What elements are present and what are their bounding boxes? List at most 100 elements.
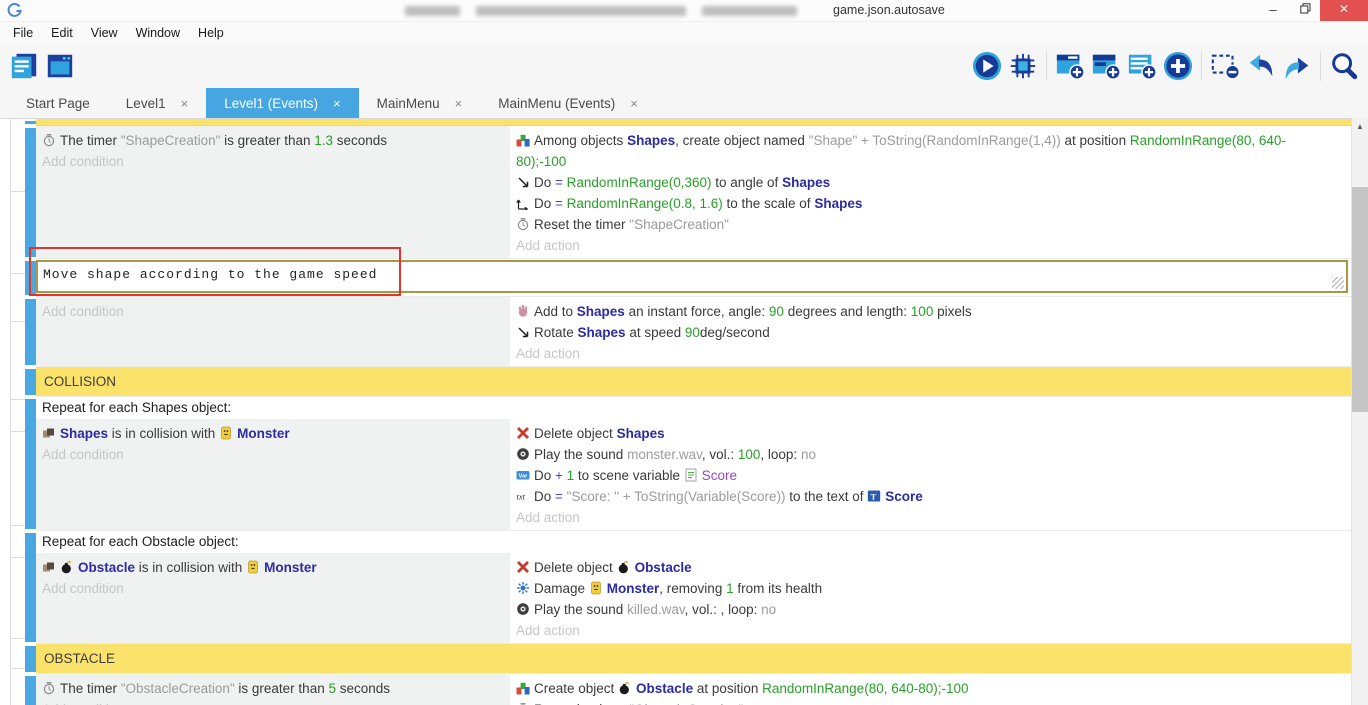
search-button[interactable] <box>1326 48 1362 84</box>
text-segment: Rotate <box>534 325 578 340</box>
action-line[interactable]: Play the sound killed.wav, vol.: , loop:… <box>516 599 1337 620</box>
add-subevent-button[interactable] <box>1088 48 1124 84</box>
action-line[interactable]: Add to Shapes an instant force, angle: 9… <box>516 301 1337 322</box>
add-event-button[interactable] <box>1052 48 1088 84</box>
comment-row: Move shape according to the game speed <box>36 259 1351 297</box>
condition-line[interactable]: The timer "ObstacleCreation" is greater … <box>42 678 502 699</box>
app-logo-icon <box>6 2 23 19</box>
condition-line[interactable]: The timer "ShapeCreation" is greater tha… <box>42 130 502 151</box>
create-object-icon <box>516 133 530 147</box>
text-segment: = <box>555 489 567 504</box>
conditions-column: Add condition <box>36 297 510 366</box>
add-action[interactable]: Add action <box>516 235 1337 256</box>
text-segment: Shapes <box>578 325 626 340</box>
comment-editor[interactable]: Move shape according to the game speed <box>36 260 1348 293</box>
tab-close-icon[interactable]: × <box>333 96 341 111</box>
play-button[interactable] <box>969 48 1005 84</box>
text-segment: Score <box>702 468 737 483</box>
add-comment-button[interactable] <box>1124 48 1160 84</box>
tab-mainmenu-events[interactable]: MainMenu (Events)× <box>480 88 656 119</box>
action-line[interactable]: Do = RandomInRange(0,360) to angle of Sh… <box>516 172 1337 193</box>
tab-level1-events[interactable]: Level1 (Events)× <box>206 88 358 119</box>
scene-editor-button[interactable] <box>42 48 78 84</box>
tab-close-icon[interactable]: × <box>630 96 638 111</box>
vertical-scrollbar[interactable]: ▲ <box>1351 118 1368 705</box>
event-gutter <box>0 397 25 531</box>
text-segment: 5 <box>328 681 336 696</box>
resize-grip-icon[interactable] <box>1332 277 1344 289</box>
create-object-icon <box>516 681 530 695</box>
action-line[interactable]: Delete object Shapes <box>516 423 1337 444</box>
foreach-header[interactable]: Repeat for each Shapes object: <box>36 397 1351 419</box>
event-gutter <box>0 644 25 674</box>
group-banner[interactable]: OBSTACLE <box>36 651 1351 666</box>
add-condition[interactable]: Add condition <box>42 699 502 705</box>
restore-button[interactable] <box>1290 0 1320 21</box>
delete-icon <box>516 560 530 574</box>
text-segment: = <box>555 196 567 211</box>
action-line[interactable]: Reset the timer "ShapeCreation" <box>516 214 1337 235</box>
text-segment: Obstacle <box>78 560 135 575</box>
menu-item-view[interactable]: View <box>82 26 127 40</box>
add-new-button[interactable] <box>1160 48 1196 84</box>
toolbar-separator <box>1320 51 1321 81</box>
text-segment: Do <box>534 175 555 190</box>
tab-mainmenu[interactable]: MainMenu× <box>359 88 481 119</box>
scroll-up-icon[interactable]: ▲ <box>1352 118 1368 135</box>
text-segment: Obstacle <box>636 681 693 696</box>
group-banner-row[interactable]: COLLISION <box>36 367 1351 397</box>
action-line[interactable]: Damage Monster, removing 1 from its heal… <box>516 578 1337 599</box>
action-line[interactable]: VarDo + 1 to scene variable Score <box>516 465 1337 486</box>
condition-line[interactable]: Obstacle is in collision with Monster <box>42 557 502 578</box>
tab-level1[interactable]: Level1× <box>108 88 206 119</box>
delete-event-button[interactable] <box>1207 48 1243 84</box>
close-button[interactable]: ✕ <box>1320 0 1368 21</box>
rotate-icon <box>516 325 530 339</box>
add-condition[interactable]: Add condition <box>42 444 502 465</box>
tab-close-icon[interactable]: × <box>181 96 189 111</box>
action-line[interactable]: Delete object Obstacle <box>516 557 1337 578</box>
action-line[interactable]: Rotate Shapes at speed 90deg/second <box>516 322 1337 343</box>
menu-item-window[interactable]: Window <box>127 26 189 40</box>
minimize-button[interactable]: – <box>1258 0 1288 21</box>
condition-line[interactable]: Shapes is in collision with Monster <box>42 423 502 444</box>
add-comment-icon <box>1127 51 1157 81</box>
menu-item-help[interactable]: Help <box>189 26 233 40</box>
add-condition[interactable]: Add condition <box>42 301 502 322</box>
action-line[interactable]: Do = RandomInRange(0.8, 1.6) to the scal… <box>516 193 1337 214</box>
undo-button[interactable] <box>1243 48 1279 84</box>
tab-close-icon[interactable]: × <box>455 96 463 111</box>
gutter-tick <box>10 638 25 639</box>
add-action[interactable]: Add action <box>516 620 1337 641</box>
scrollbar-thumb[interactable] <box>1352 187 1368 412</box>
bomb-icon <box>617 560 631 574</box>
project-manager-button[interactable] <box>6 48 42 84</box>
action-line[interactable]: Reset the timer "ObstacleCreation" <box>516 699 1337 705</box>
event-handle-bar <box>25 259 36 297</box>
svg-text:txt: txt <box>517 492 526 502</box>
redo-button[interactable] <box>1279 48 1315 84</box>
add-condition[interactable]: Add condition <box>42 151 502 172</box>
search-icon <box>1329 51 1359 81</box>
add-action[interactable]: Add action <box>516 507 1337 528</box>
action-line[interactable]: Create object Obstacle at position Rando… <box>516 678 1337 699</box>
text-segment: "Score: " + ToString(Variable(Score)) <box>567 489 786 504</box>
text-segment: "Shape" + ToString(RandomInRange(1,4)) <box>809 133 1061 148</box>
group-banner[interactable]: COLLISION <box>36 374 1351 389</box>
tab-start-page[interactable]: Start Page <box>8 88 108 119</box>
text-segment: = <box>555 175 567 190</box>
group-banner-row[interactable]: OBSTACLE <box>36 644 1351 674</box>
event-handle-bar <box>25 119 36 126</box>
menu-item-file[interactable]: File <box>4 26 42 40</box>
action-line[interactable]: Play the sound monster.wav, vol.: 100, l… <box>516 444 1337 465</box>
action-line[interactable]: txtDo = "Score: " + ToString(Variable(Sc… <box>516 486 1337 507</box>
add-condition[interactable]: Add condition <box>42 578 502 599</box>
text-segment: Create object <box>534 681 618 696</box>
foreach-header[interactable]: Repeat for each Obstacle object: <box>36 531 1351 553</box>
text-segment: an instant force, angle: <box>625 304 769 319</box>
action-line[interactable]: Among objects Shapes, create object name… <box>516 130 1337 172</box>
add-action[interactable]: Add action <box>516 343 1337 364</box>
conditions-column: The timer "ShapeCreation" is greater tha… <box>36 126 510 258</box>
menu-item-edit[interactable]: Edit <box>42 26 82 40</box>
debug-button[interactable] <box>1005 48 1041 84</box>
